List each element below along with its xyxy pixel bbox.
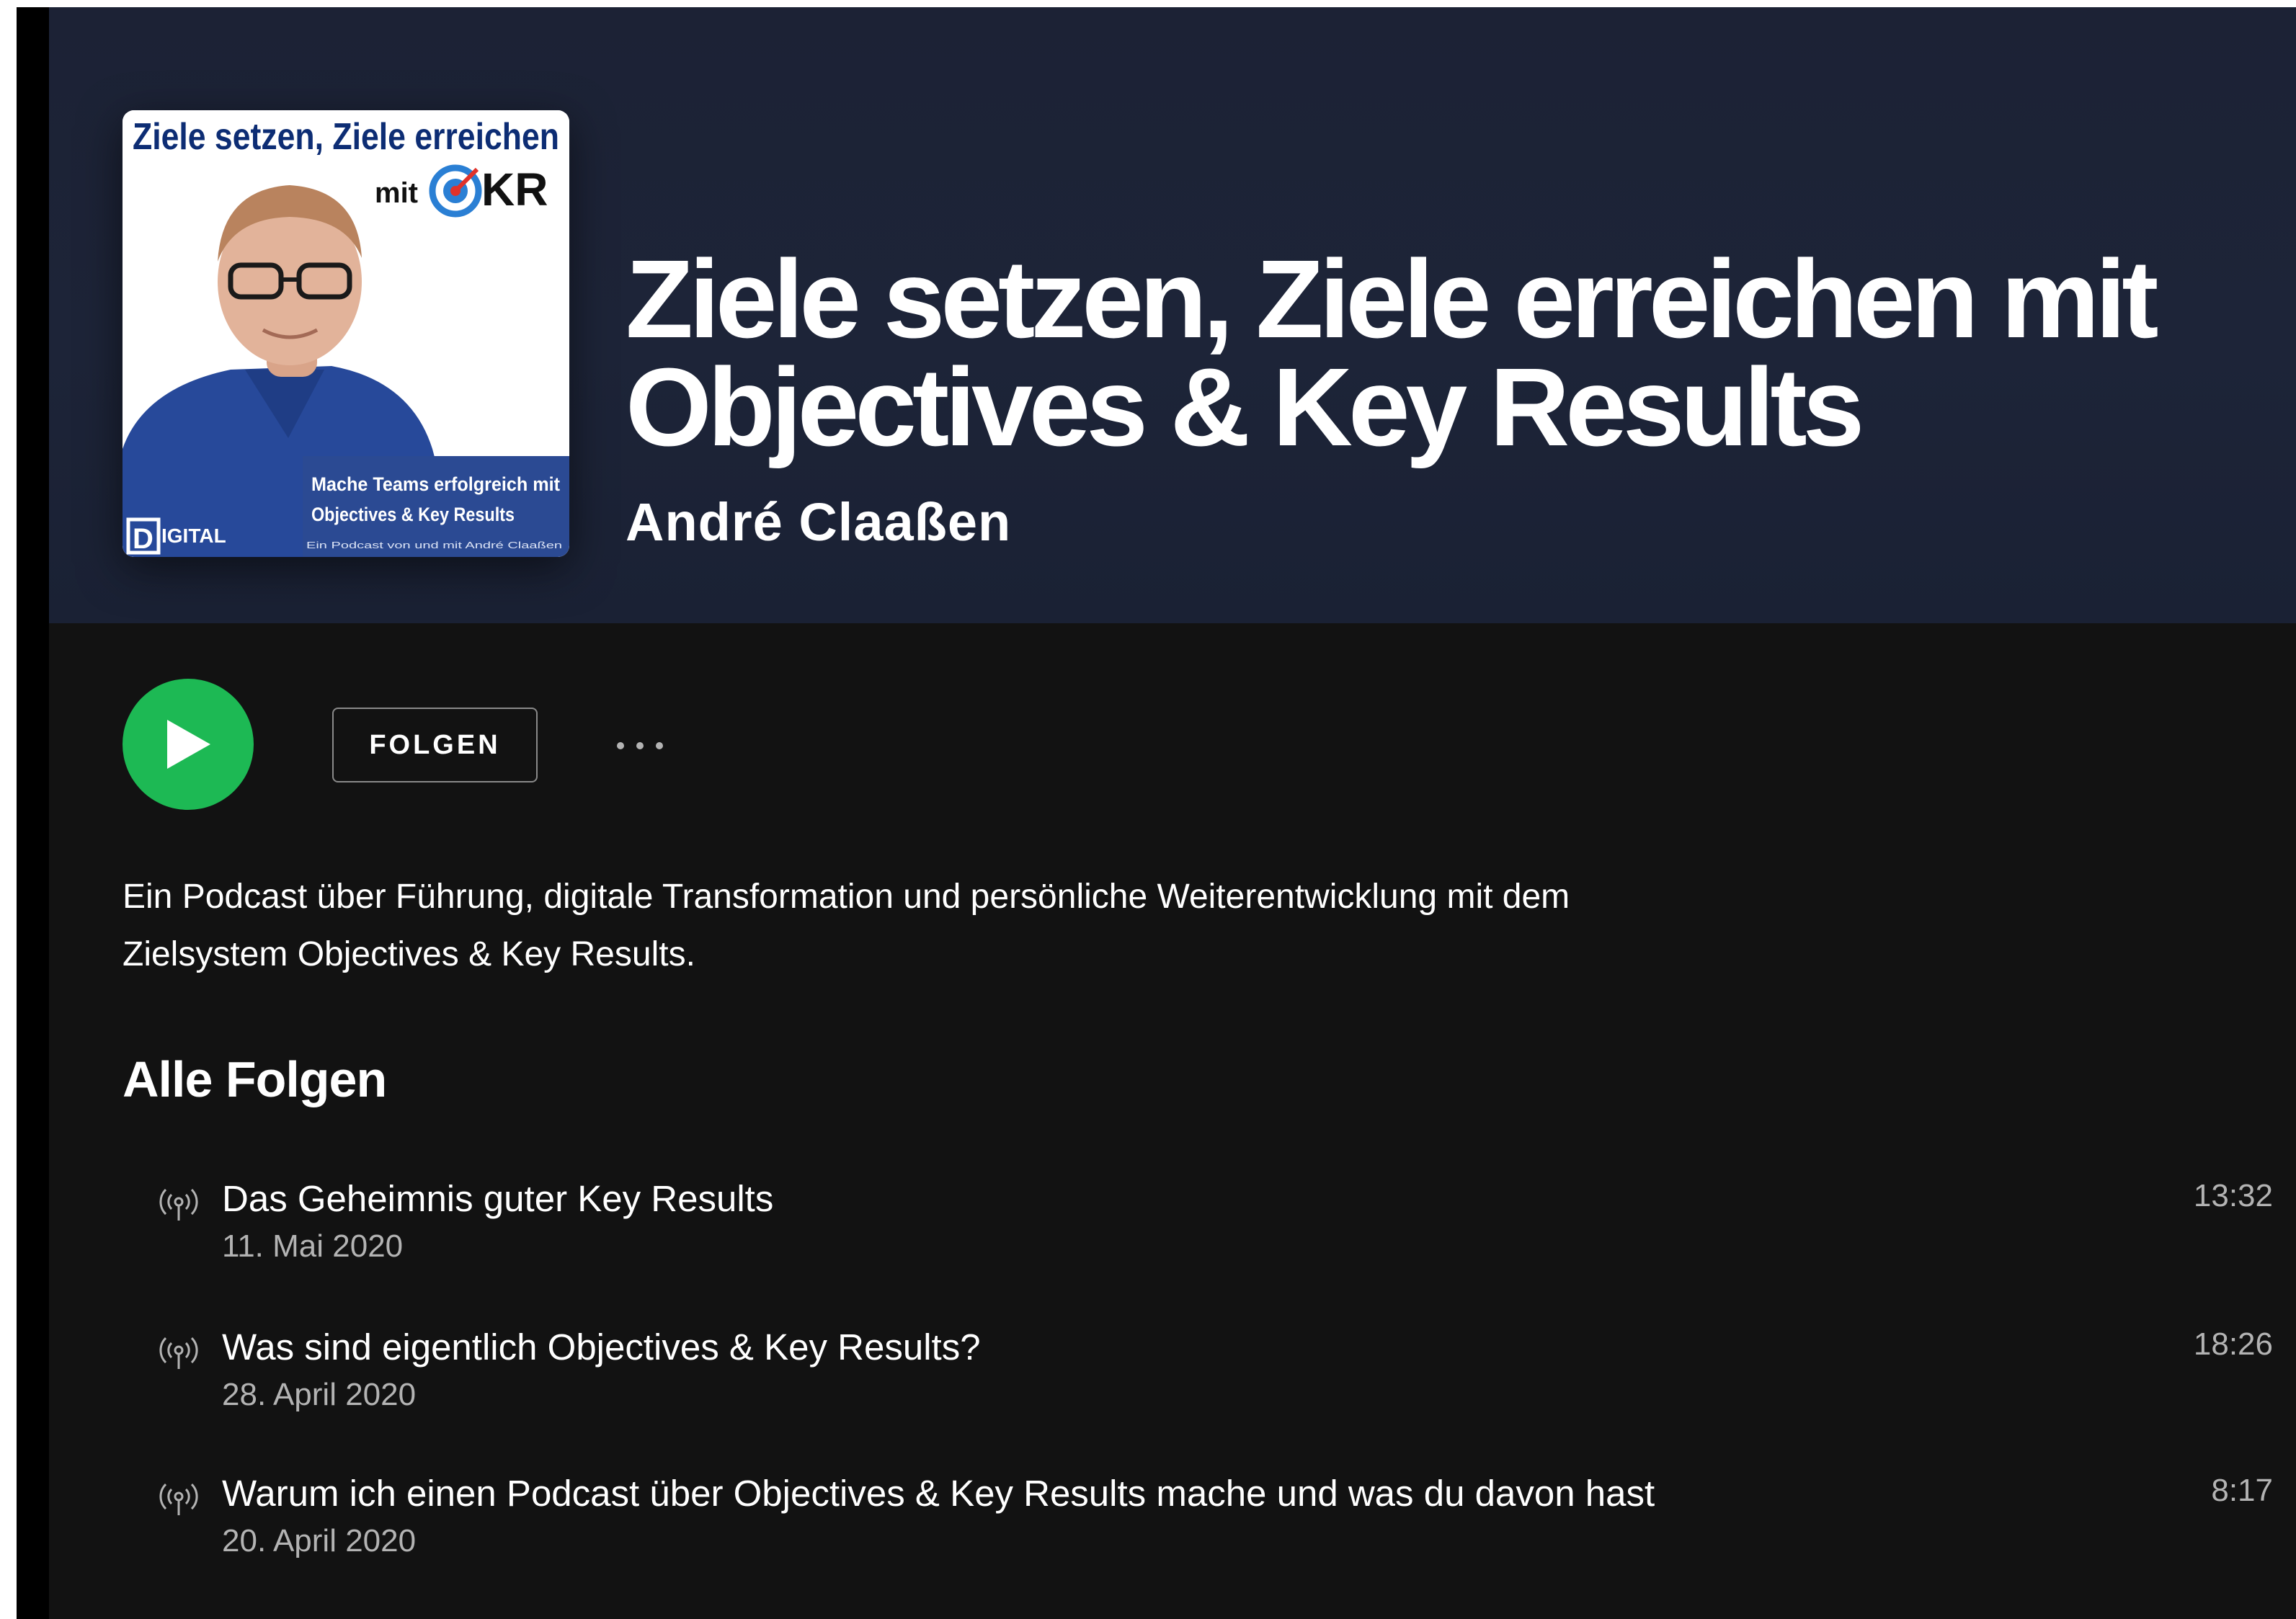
podcast-author[interactable]: André Claaßen [626, 491, 2210, 553]
section-heading-all-episodes: Alle Folgen [123, 1051, 387, 1107]
episode-title[interactable]: Was sind eigentlich Objectives & Key Res… [222, 1323, 981, 1372]
play-button[interactable] [123, 679, 254, 810]
more-dots-icon [617, 742, 624, 749]
more-options-button[interactable] [600, 721, 680, 771]
follow-button[interactable]: FOLGEN [332, 708, 538, 782]
digital-logo-letter: D [133, 523, 153, 555]
episode-title[interactable]: Warum ich einen Podcast über Objectives … [222, 1469, 1655, 1518]
more-dots-icon [656, 742, 663, 749]
episode-date: 20. April 2020 [222, 1523, 417, 1558]
more-dots-icon [636, 742, 644, 749]
podcast-page: Ziele setzen, Ziele erreichen mit KR Mac… [17, 7, 2296, 1619]
episode-duration: 18:26 [2193, 1326, 2273, 1362]
episode-duration: 13:32 [2193, 1178, 2273, 1213]
play-icon [167, 720, 210, 769]
target-icon [429, 164, 482, 218]
cover-banner-line3: Ein Podcast von und mit André Claaßen [306, 540, 562, 550]
cover-banner-line2: Objectives & Key Results [311, 504, 515, 525]
cover-title-kr: KR [481, 164, 548, 215]
cover-title-line1: Ziele setzen, Ziele erreichen [133, 116, 559, 158]
podcast-description: Ein Podcast über Führung, digitale Trans… [123, 878, 1570, 973]
episode-duration: 8:17 [2211, 1473, 2273, 1508]
digital-logo-text: IGITAL [161, 525, 226, 547]
episode-date: 11. Mai 2020 [222, 1228, 404, 1264]
page-title: Ziele setzen, Ziele erreichen mit Object… [626, 237, 2158, 469]
episode-row[interactable]: Was sind eigentlich Objectives & Key Res… [132, 1323, 2296, 1449]
episode-date: 28. April 2020 [222, 1377, 417, 1412]
podcast-broadcast-icon [159, 1188, 198, 1221]
cover-title-mit: mit [375, 177, 418, 209]
podcast-cover-art: Ziele setzen, Ziele erreichen mit KR Mac… [123, 110, 569, 557]
episode-row[interactable]: Das Geheimnis guter Key Results 11. Mai … [132, 1174, 2296, 1301]
left-edge [17, 7, 49, 1619]
episode-title[interactable]: Das Geheimnis guter Key Results [222, 1174, 773, 1223]
episode-row[interactable]: Warum ich einen Podcast über Objectives … [132, 1469, 2296, 1595]
podcast-broadcast-icon [159, 1483, 198, 1515]
podcast-info: Ziele setzen, Ziele erreichen mit Object… [626, 237, 2210, 553]
cover-banner-line1: Mache Teams erfolgreich mit [311, 473, 560, 495]
podcast-broadcast-icon [159, 1337, 198, 1369]
